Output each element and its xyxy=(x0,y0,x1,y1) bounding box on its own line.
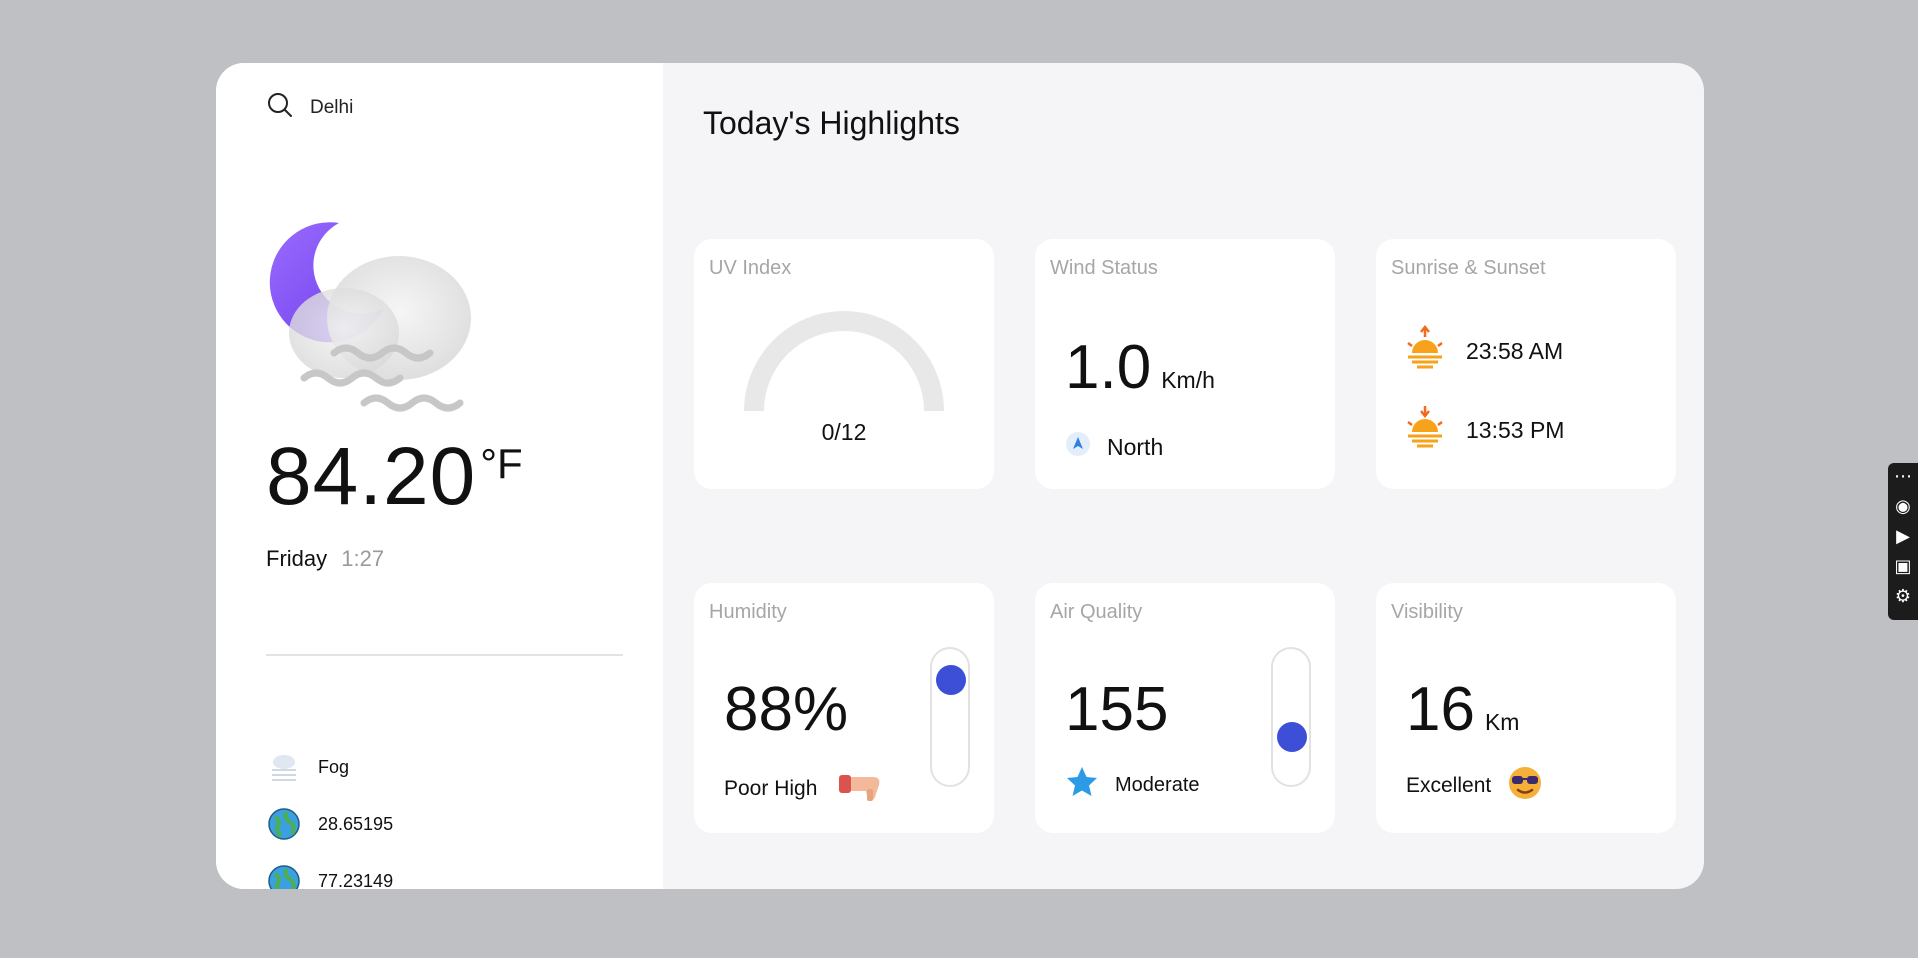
humidity-value: 88% xyxy=(724,675,849,744)
air-quality-slider-knob xyxy=(1277,721,1307,752)
wind-speed: 1.0 Km/h xyxy=(1065,337,1215,399)
wind-value: 1.0 xyxy=(1065,333,1152,402)
temperature-unit: °F xyxy=(480,440,523,487)
camera-icon[interactable]: ◉ xyxy=(1895,497,1911,515)
time-label: 1:27 xyxy=(341,546,385,571)
video-icon[interactable]: ▶ xyxy=(1896,527,1910,545)
humidity-slider-knob xyxy=(936,664,966,695)
day-time: Friday 1:27 xyxy=(266,546,384,572)
uv-index-card: UV Index 0/12 xyxy=(694,239,994,489)
star-icon xyxy=(1065,765,1099,805)
search-icon[interactable] xyxy=(266,91,294,124)
humidity-card: Humidity 88% Poor High xyxy=(694,583,994,833)
navigation-icon xyxy=(1065,431,1091,463)
humidity-slider xyxy=(930,647,970,787)
visibility-status: Excellent xyxy=(1406,765,1543,807)
card-title: Wind Status xyxy=(1050,257,1158,279)
current-weather-panel: 84.20 °F Friday 1:27 Fog 28.65195 xyxy=(216,63,663,889)
search-bar[interactable] xyxy=(266,91,510,124)
sunrise-sunset-card: Sunrise & Sunset 23:58 AM 13:53 PM xyxy=(1376,239,1676,489)
uv-gauge xyxy=(744,311,944,412)
globe-icon xyxy=(266,806,302,842)
wind-status-card: Wind Status 1.0 Km/h North xyxy=(1035,239,1335,489)
thumbs-down-icon xyxy=(837,769,885,809)
visibility-unit: Km xyxy=(1484,709,1520,735)
humidity-status-label: Poor High xyxy=(724,777,818,800)
gear-icon[interactable]: ⚙ xyxy=(1895,587,1911,605)
sunset-icon xyxy=(1402,404,1466,456)
window-icon[interactable]: ▣ xyxy=(1894,557,1911,575)
air-quality-slider xyxy=(1271,647,1311,787)
visibility-reading: 16 Km xyxy=(1406,679,1519,741)
day-label: Friday xyxy=(266,546,328,571)
latitude-row: 28.65195 xyxy=(266,806,393,842)
more-icon[interactable]: ⋯ xyxy=(1894,467,1912,485)
divider xyxy=(266,654,623,656)
wind-unit: Km/h xyxy=(1161,367,1215,393)
visibility-value: 16 xyxy=(1406,675,1475,744)
sunrise-row: 23:58 AM xyxy=(1402,324,1564,377)
direction-label: North xyxy=(1107,433,1164,460)
air-quality-value: 155 xyxy=(1065,675,1169,744)
card-title: Visibility xyxy=(1391,601,1463,623)
air-quality-card: Air Quality 155 Moderate xyxy=(1035,583,1335,833)
sunglasses-emoji-icon xyxy=(1507,765,1543,807)
card-title: Air Quality xyxy=(1050,601,1143,623)
globe-icon xyxy=(266,863,302,889)
temperature-value: 84.20 xyxy=(266,431,477,522)
longitude-row: 77.23149 xyxy=(266,863,393,889)
wind-direction: North xyxy=(1065,431,1163,463)
uv-value: 0/12 xyxy=(821,419,867,445)
moon-fog-icon xyxy=(264,213,524,433)
weather-app: 84.20 °F Friday 1:27 Fog 28.65195 xyxy=(216,63,1704,889)
sunrise-time: 23:58 AM xyxy=(1466,337,1564,364)
current-temperature: 84.20 °F xyxy=(266,436,523,518)
sunset-row: 13:53 PM xyxy=(1402,404,1564,456)
longitude-value: 77.23149 xyxy=(318,870,394,890)
search-input[interactable] xyxy=(310,96,510,119)
card-title: Sunrise & Sunset xyxy=(1391,257,1546,279)
screen-tools-bar[interactable]: ⋯ ◉ ▶ ▣ ⚙ xyxy=(1888,463,1918,620)
condition-label: Fog xyxy=(318,756,350,777)
visibility-card: Visibility 16 Km Excellent xyxy=(1376,583,1676,833)
air-quality-status: Moderate xyxy=(1065,765,1200,805)
card-title: Humidity xyxy=(709,601,787,623)
card-title: UV Index xyxy=(709,257,792,279)
condition-row: Fog xyxy=(266,749,349,785)
humidity-status: Poor High xyxy=(724,769,885,809)
sunset-time: 13:53 PM xyxy=(1466,416,1565,443)
highlights-panel: Today's Highlights °C °F UV Index 0/12 W… xyxy=(663,63,1704,889)
page-title: Today's Highlights xyxy=(703,105,960,141)
latitude-value: 28.65195 xyxy=(318,813,394,834)
air-quality-status-label: Moderate xyxy=(1115,773,1200,796)
fog-icon xyxy=(266,749,302,785)
sunrise-icon xyxy=(1402,324,1466,377)
visibility-status-label: Excellent xyxy=(1406,774,1492,797)
